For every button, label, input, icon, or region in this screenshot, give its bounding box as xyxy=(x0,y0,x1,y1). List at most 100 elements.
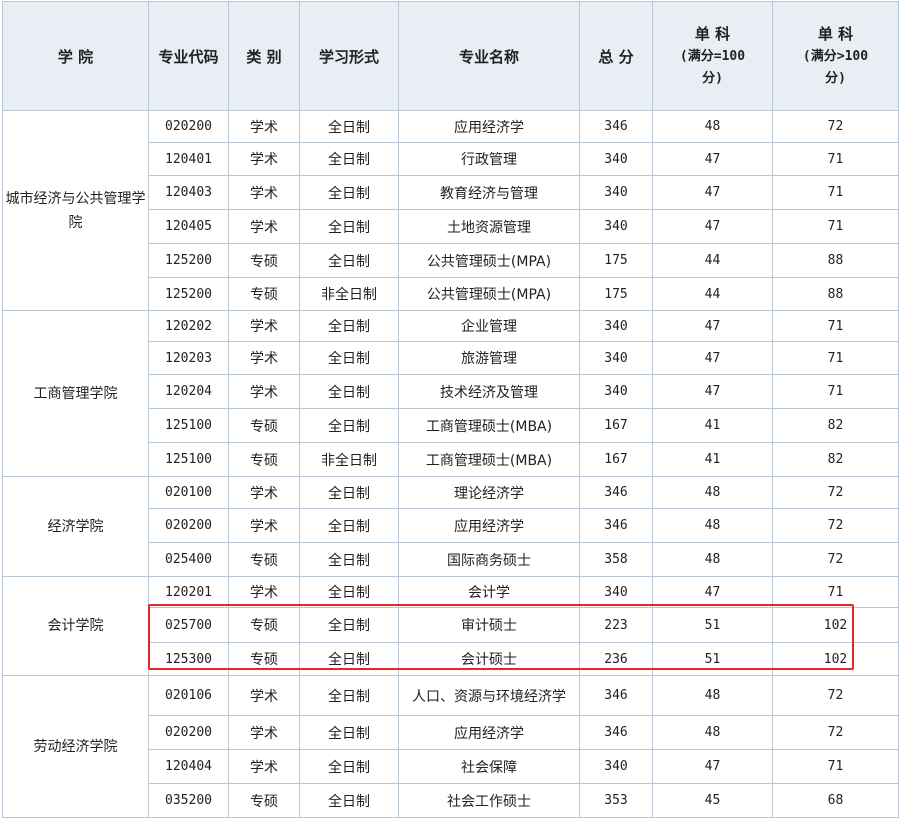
cell-single-gt100: 72 xyxy=(772,675,899,716)
cell-code: 120404 xyxy=(148,749,229,784)
cell-major: 工商管理硕士(MBA) xyxy=(398,442,580,477)
table-row: 会计学院 120201 学术 全日制 会计学 340 47 71 xyxy=(2,576,899,676)
cell-single-gt100: 71 xyxy=(772,175,899,210)
cell-code: 125300 xyxy=(148,642,229,676)
cell-major: 审计硕士 xyxy=(398,607,580,643)
cell-mode: 全日制 xyxy=(299,508,399,543)
cell-single-100: 47 xyxy=(652,209,773,244)
cell-single-100: 41 xyxy=(652,442,773,477)
cell-total: 340 xyxy=(579,175,653,210)
cell-code: 120202 xyxy=(148,310,229,342)
cell-category: 学术 xyxy=(228,110,300,143)
cell-category: 学术 xyxy=(228,209,300,244)
cell-major: 人口、资源与环境经济学 xyxy=(398,675,580,716)
cell-single-100: 48 xyxy=(652,675,773,716)
cell-mode: 全日制 xyxy=(299,675,399,716)
cell-single-100: 47 xyxy=(652,175,773,210)
cell-total: 223 xyxy=(579,607,653,643)
cell-total: 358 xyxy=(579,542,653,577)
cell-single-100: 48 xyxy=(652,508,773,543)
cell-mode: 全日制 xyxy=(299,374,399,409)
cell-total: 346 xyxy=(579,715,653,750)
cell-single-gt100: 71 xyxy=(772,749,899,784)
cell-major: 应用经济学 xyxy=(398,110,580,143)
cell-category: 专硕 xyxy=(228,408,300,443)
cell-mode: 全日制 xyxy=(299,110,399,143)
cell-single-100: 45 xyxy=(652,783,773,818)
cell-code: 120401 xyxy=(148,142,229,176)
cell-college: 会计学院 xyxy=(2,576,149,676)
cell-category: 学术 xyxy=(228,341,300,375)
cell-mode: 全日制 xyxy=(299,542,399,577)
header-code: 专业代码 xyxy=(148,1,229,111)
cell-single-gt100: 71 xyxy=(772,374,899,409)
cell-single-gt100: 72 xyxy=(772,715,899,750)
cell-total: 175 xyxy=(579,277,653,311)
cell-mode: 全日制 xyxy=(299,576,399,608)
header-single-100-sub1: (满分=100 xyxy=(679,49,746,64)
cell-code: 120405 xyxy=(148,209,229,244)
cell-code: 025700 xyxy=(148,607,229,643)
cell-single-gt100: 72 xyxy=(772,110,899,143)
header-single-100-title: 单 科 xyxy=(694,25,731,43)
cell-total: 346 xyxy=(579,675,653,716)
cell-major: 应用经济学 xyxy=(398,508,580,543)
cell-major: 工商管理硕士(MBA) xyxy=(398,408,580,443)
cell-code: 125100 xyxy=(148,408,229,443)
cell-code: 120204 xyxy=(148,374,229,409)
cell-total: 167 xyxy=(579,442,653,477)
cell-major: 技术经济及管理 xyxy=(398,374,580,409)
header-row: 学 院 专业代码 类 别 学习形式 专业名称 总 分 单 科 (满分=100 分… xyxy=(2,1,899,111)
cell-major: 国际商务硕士 xyxy=(398,542,580,577)
table-body: 城市经济与公共管理学院 020200 学术 全日制 应用经济学 346 48 72 120401… xyxy=(2,110,899,818)
cell-major: 企业管理 xyxy=(398,310,580,342)
cell-category: 专硕 xyxy=(228,542,300,577)
cell-category: 专硕 xyxy=(228,442,300,477)
cell-category: 学术 xyxy=(228,715,300,750)
table-row: 城市经济与公共管理学院 020200 学术 全日制 应用经济学 346 48 72 xyxy=(2,110,899,311)
cell-mode: 全日制 xyxy=(299,142,399,176)
header-single-100: 单 科 (满分=100 分) xyxy=(652,1,773,111)
header-college: 学 院 xyxy=(2,1,149,111)
cell-mode: 全日制 xyxy=(299,408,399,443)
cell-mode: 全日制 xyxy=(299,209,399,244)
cell-mode: 全日制 xyxy=(299,642,399,676)
cell-major: 会计硕士 xyxy=(398,642,580,676)
cell-total: 340 xyxy=(579,142,653,176)
cell-single-gt100: 72 xyxy=(772,542,899,577)
cell-code: 035200 xyxy=(148,783,229,818)
cell-total: 353 xyxy=(579,783,653,818)
cell-single-100: 44 xyxy=(652,243,773,278)
cell-mode: 全日制 xyxy=(299,715,399,750)
cell-single-gt100: 102 xyxy=(772,642,899,676)
cell-major: 土地资源管理 xyxy=(398,209,580,244)
cell-college: 劳动经济学院 xyxy=(2,675,149,818)
score-table: 学 院 专业代码 类 别 学习形式 专业名称 总 分 单 科 (满分=100 分… xyxy=(2,1,899,818)
cell-code: 125200 xyxy=(148,277,229,311)
cell-code: 025400 xyxy=(148,542,229,577)
cell-single-100: 41 xyxy=(652,408,773,443)
cell-major: 社会保障 xyxy=(398,749,580,784)
table-row: 工商管理学院 120202 学术 全日制 企业管理 340 47 71 xyxy=(2,310,899,477)
cell-major: 会计学 xyxy=(398,576,580,608)
cell-major: 旅游管理 xyxy=(398,341,580,375)
cell-single-gt100: 71 xyxy=(772,142,899,176)
cell-category: 学术 xyxy=(228,675,300,716)
cell-code: 020200 xyxy=(148,508,229,543)
header-mode: 学习形式 xyxy=(299,1,399,111)
cell-college: 工商管理学院 xyxy=(2,310,149,477)
cell-mode: 全日制 xyxy=(299,607,399,643)
cell-mode: 全日制 xyxy=(299,243,399,278)
cell-total: 340 xyxy=(579,374,653,409)
cell-category: 学术 xyxy=(228,310,300,342)
cell-mode: 非全日制 xyxy=(299,442,399,477)
cell-category: 专硕 xyxy=(228,783,300,818)
cell-category: 学术 xyxy=(228,175,300,210)
cell-major: 公共管理硕士(MPA) xyxy=(398,243,580,278)
cell-college: 城市经济与公共管理学院 xyxy=(2,110,149,311)
cell-code: 120203 xyxy=(148,341,229,375)
cell-mode: 全日制 xyxy=(299,749,399,784)
cell-single-100: 48 xyxy=(652,542,773,577)
cell-code: 020106 xyxy=(148,675,229,716)
cell-single-gt100: 68 xyxy=(772,783,899,818)
